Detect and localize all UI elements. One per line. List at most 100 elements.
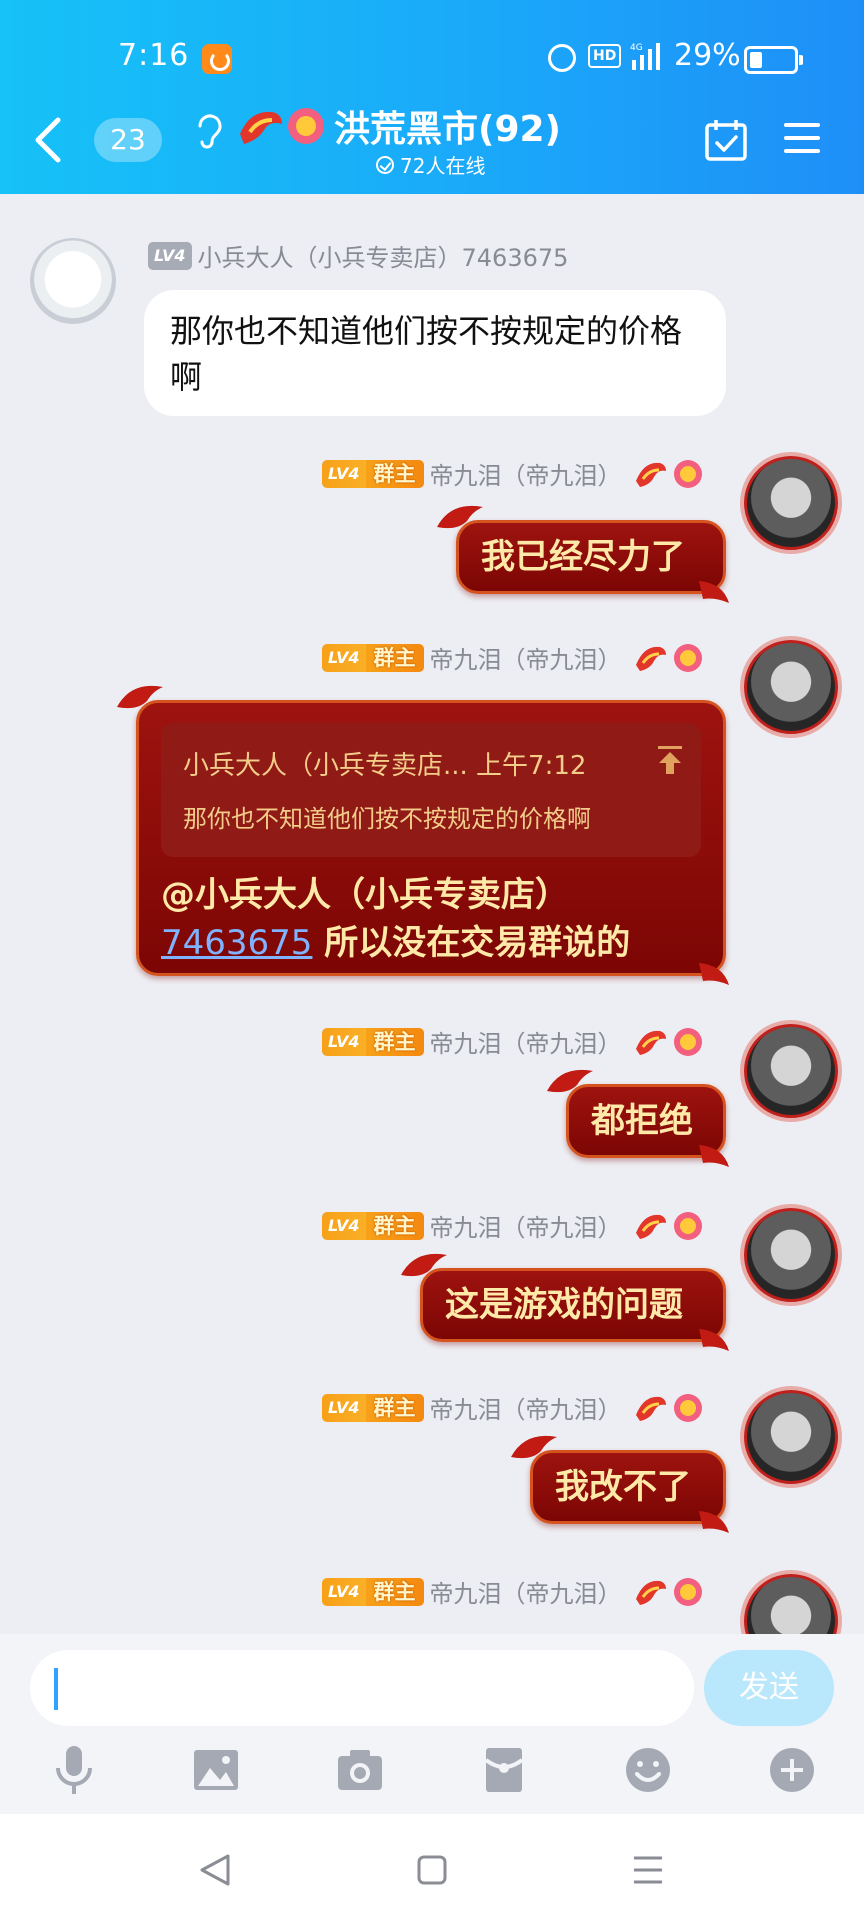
sender-name: 帝九泪（帝九泪） — [429, 462, 622, 490]
online-count: 72人在线 — [400, 154, 486, 178]
system-navigation-bar — [0, 1814, 864, 1920]
dragon-ornament-icon — [699, 963, 729, 985]
dragon-badge-icon — [240, 111, 282, 144]
quoted-message[interactable]: 小兵大人（小兵专卖店... 上午7:12 那你也不知道他们按不按规定的价格啊 — [161, 723, 701, 857]
owner-role-badge: 群主 — [365, 459, 424, 488]
avatar[interactable] — [744, 1024, 838, 1118]
sender-name: 帝九泪（帝九泪） — [429, 1214, 622, 1242]
smile-badge-icon — [673, 1211, 702, 1240]
message-bubble[interactable]: 那你也不知道他们按不按规定的价格啊 — [144, 290, 726, 416]
alarm-icon — [548, 44, 576, 72]
microphone-icon[interactable] — [50, 1744, 98, 1796]
sender-line: LV4 群主 帝九泪（帝九泪） — [322, 640, 702, 675]
check-circle-icon — [376, 155, 394, 174]
smile-badge-icon — [673, 1027, 702, 1056]
message-bubble[interactable]: 我改不了 — [511, 1435, 729, 1533]
chevron-left-icon — [35, 117, 61, 163]
message-bubble[interactable]: 这是游戏的问题 — [401, 1253, 729, 1351]
message-input[interactable] — [30, 1650, 694, 1726]
sender-name: 帝九泪（帝九泪） — [429, 1580, 622, 1608]
recents-menu-icon[interactable] — [628, 1850, 668, 1890]
sender-line: LV4 小兵大人（小兵专卖店）7463675 — [148, 238, 568, 273]
level-badge: LV4 — [148, 241, 192, 270]
battery-percentage: 29% — [674, 38, 741, 73]
sender-line: LV4 群主 帝九泪（帝九泪） — [322, 456, 702, 491]
signal-icon: 4G — [630, 43, 660, 70]
chat-message-list[interactable]: LV4 小兵大人（小兵专卖店）7463675 那你也不知道他们按不按规定的价格啊… — [0, 194, 864, 1634]
avatar[interactable] — [30, 238, 116, 324]
plus-icon[interactable] — [768, 1744, 816, 1796]
send-button[interactable]: 发送 — [704, 1650, 834, 1726]
emoji-icon[interactable] — [624, 1744, 672, 1796]
smile-badge-icon — [673, 459, 702, 488]
dragon-ornament-icon — [699, 1145, 729, 1167]
message-text: 都拒绝 — [591, 1101, 693, 1141]
message-bubble[interactable]: 都拒绝 — [547, 1069, 729, 1167]
dragon-ornament-icon — [547, 1069, 593, 1093]
level-badge: LV4 群主 — [322, 643, 424, 672]
quoted-text: 那你也不知道他们按不按规定的价格啊 — [183, 805, 591, 833]
sender-line: LV4 群主 帝九泪（帝九泪） — [322, 1574, 702, 1609]
message-text: 我已经尽力了 — [481, 537, 685, 577]
reply-text: @小兵大人（小兵专卖店） 7463675 所以没在交易群说的 — [161, 871, 701, 967]
dragon-badge-icon — [635, 646, 666, 671]
level-badge: LV4 群主 — [322, 459, 424, 488]
dragon-ornament-icon — [699, 1329, 729, 1351]
uc-browser-notification-icon — [202, 44, 232, 74]
svg-text:4G: 4G — [630, 43, 643, 53]
sender-line: LV4 群主 帝九泪（帝九泪） — [322, 1024, 702, 1059]
owner-role-badge: 群主 — [365, 1211, 424, 1240]
owner-role-badge: 群主 — [365, 643, 424, 672]
quoted-header: 小兵大人（小兵专卖店... 上午7:12 — [183, 751, 587, 781]
message-bubble[interactable]: 我已经尽力了 — [437, 505, 729, 603]
calendar-check-icon[interactable] — [704, 118, 748, 162]
avatar[interactable] — [744, 456, 838, 550]
dragon-ornament-icon — [117, 685, 163, 709]
unread-count-badge[interactable]: 23 — [94, 118, 162, 162]
smile-badge-icon — [673, 1393, 702, 1422]
mention[interactable]: @小兵大人（小兵专卖店） — [161, 875, 569, 915]
sender-name: 小兵大人（小兵专卖店）7463675 — [197, 244, 569, 272]
dragon-ornament-icon — [401, 1253, 447, 1277]
battery-icon — [744, 46, 803, 74]
owner-role-badge: 群主 — [365, 1393, 424, 1422]
smile-badge-icon — [673, 1577, 702, 1606]
back-button[interactable] — [28, 110, 68, 170]
dragon-ornament-icon — [699, 581, 729, 603]
sender-line: LV4 群主 帝九泪（帝九泪） — [322, 1390, 702, 1425]
smile-badge-icon — [673, 643, 702, 672]
dragon-badge-icon — [635, 1030, 666, 1055]
avatar[interactable] — [744, 1574, 838, 1634]
message-text: 所以没在交易群说的 — [312, 923, 631, 963]
menu-icon[interactable] — [782, 120, 822, 156]
back-triangle-icon[interactable] — [196, 1850, 236, 1890]
avatar[interactable] — [744, 1208, 838, 1302]
composer: 发送 — [0, 1634, 864, 1814]
avatar[interactable] — [744, 1390, 838, 1484]
dragon-badge-icon — [635, 1396, 666, 1421]
status-time: 7:16 — [118, 38, 190, 73]
chat-header: 7:16 HD 4G 29% 23 洪荒黑市(92) 72人在线 — [0, 0, 864, 194]
dragon-ornament-icon — [437, 505, 483, 529]
reply-message-bubble[interactable]: 小兵大人（小兵专卖店... 上午7:12 那你也不知道他们按不按规定的价格啊 @… — [117, 685, 729, 985]
home-square-icon[interactable] — [412, 1850, 452, 1890]
red-packet-icon[interactable] — [480, 1744, 528, 1796]
online-status: 72人在线 — [376, 150, 485, 179]
ear-icon — [198, 114, 222, 149]
owner-role-badge: 群主 — [365, 1027, 424, 1056]
level-badge: LV4 群主 — [322, 1027, 424, 1056]
image-icon[interactable] — [192, 1744, 240, 1796]
dragon-badge-icon — [635, 462, 666, 487]
sender-name: 帝九泪（帝九泪） — [429, 1396, 622, 1424]
owner-role-badge: 群主 — [365, 1577, 424, 1606]
camera-icon[interactable] — [336, 1744, 384, 1796]
dragon-badge-icon — [635, 1580, 666, 1605]
sender-name: 帝九泪（帝九泪） — [429, 646, 622, 674]
jump-to-quote-icon[interactable] — [657, 745, 683, 775]
dragon-badge-icon — [635, 1214, 666, 1239]
composer-toolbar — [0, 1744, 864, 1804]
group-title[interactable]: 洪荒黑市(92) — [334, 100, 561, 152]
avatar[interactable] — [744, 640, 838, 734]
message-text: 我改不了 — [555, 1467, 691, 1507]
mention-id-link[interactable]: 7463675 — [161, 923, 312, 963]
